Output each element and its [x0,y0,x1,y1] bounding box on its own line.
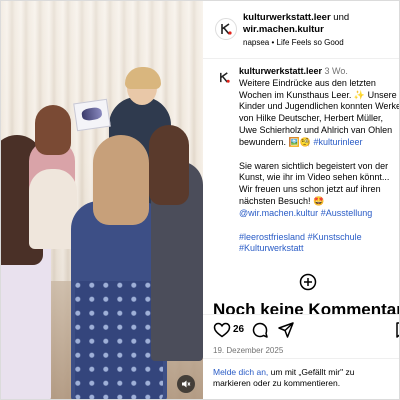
caption-author[interactable]: kulturwerkstatt.leer [239,66,322,76]
login-prompt: Melde dich an, um mit „Gefällt mir" zu m… [203,358,399,399]
audio-attribution[interactable]: napsea • Life Feels so Good [243,38,344,48]
header-accounts-line: kulturwerkstatt.leer und [243,12,399,24]
kulturwerkstatt-logo [219,71,230,83]
login-link[interactable]: Melde dich an, [213,367,268,377]
add-comment-icon[interactable] [299,273,317,291]
caption-avatar[interactable] [215,68,233,86]
hashtag-kulturwerkstatt[interactable]: #Kulturwerkstatt [239,243,304,253]
caption-age[interactable]: 3 Wo. [325,66,348,76]
account-name-link[interactable]: kulturwerkstatt.leer [243,12,331,23]
audio-artist[interactable]: napsea [243,38,269,47]
account-avatar[interactable] [215,18,237,40]
video-child-right-hair [149,125,189,205]
post-caption: kulturwerkstatt.leer 3 Wo. Weitere Eindr… [239,66,399,267]
header-and: und [333,12,350,23]
video-child-center-hair [93,135,149,225]
comment-icon[interactable] [251,321,269,339]
video-person-teacher-hair [125,67,161,89]
caption-text-2: Sie waren sichtlich begeistert von der K… [239,160,390,206]
mention-wir-machen-kultur[interactable]: @wir.machen.kultur [239,208,318,218]
video-child-center-skirt [75,281,163,399]
kulturwerkstatt-logo [220,23,232,35]
speaker-muted-icon[interactable] [177,375,195,393]
hashtag-kunstschule[interactable]: #Kunstschule [308,232,362,242]
share-icon[interactable] [277,321,295,339]
video-child-blonde [29,169,77,249]
heart-icon[interactable] [213,321,231,339]
post-date: 19. Dezember 2025 [213,346,284,355]
post-header: kulturwerkstatt.leer und wir.machen.kult… [203,1,399,59]
audio-bullet: • [271,38,275,47]
post-dialog: kulturwerkstatt.leer und wir.machen.kult… [0,0,400,400]
collaborator-link[interactable]: wir.machen.kultur [243,24,324,36]
caption-paragraph-3: #leerostfriesland #Kunstschule #Kulturwe… [239,232,399,256]
hashtag-ausstellung[interactable]: #Ausstellung [321,208,373,218]
hashtag-leerostfriesland[interactable]: #leerostfriesland [239,232,305,242]
video-artwork [73,98,111,132]
hashtag-kulturinleer[interactable]: #kulturinleer [313,137,362,147]
audio-title[interactable]: Life Feels so Good [277,38,344,47]
likes-count[interactable]: 26 [233,324,244,335]
caption-paragraph-2: Sie waren sichtlich begeistert von der K… [239,160,399,220]
post-actions: 26 19. Dezember 2025 [203,314,399,358]
caption-paragraph-1: kulturwerkstatt.leer 3 Wo. Weitere Eindr… [239,66,399,149]
post-video[interactable] [1,1,203,399]
video-child-pink-hair [35,105,71,155]
bookmark-icon[interactable] [393,321,399,339]
